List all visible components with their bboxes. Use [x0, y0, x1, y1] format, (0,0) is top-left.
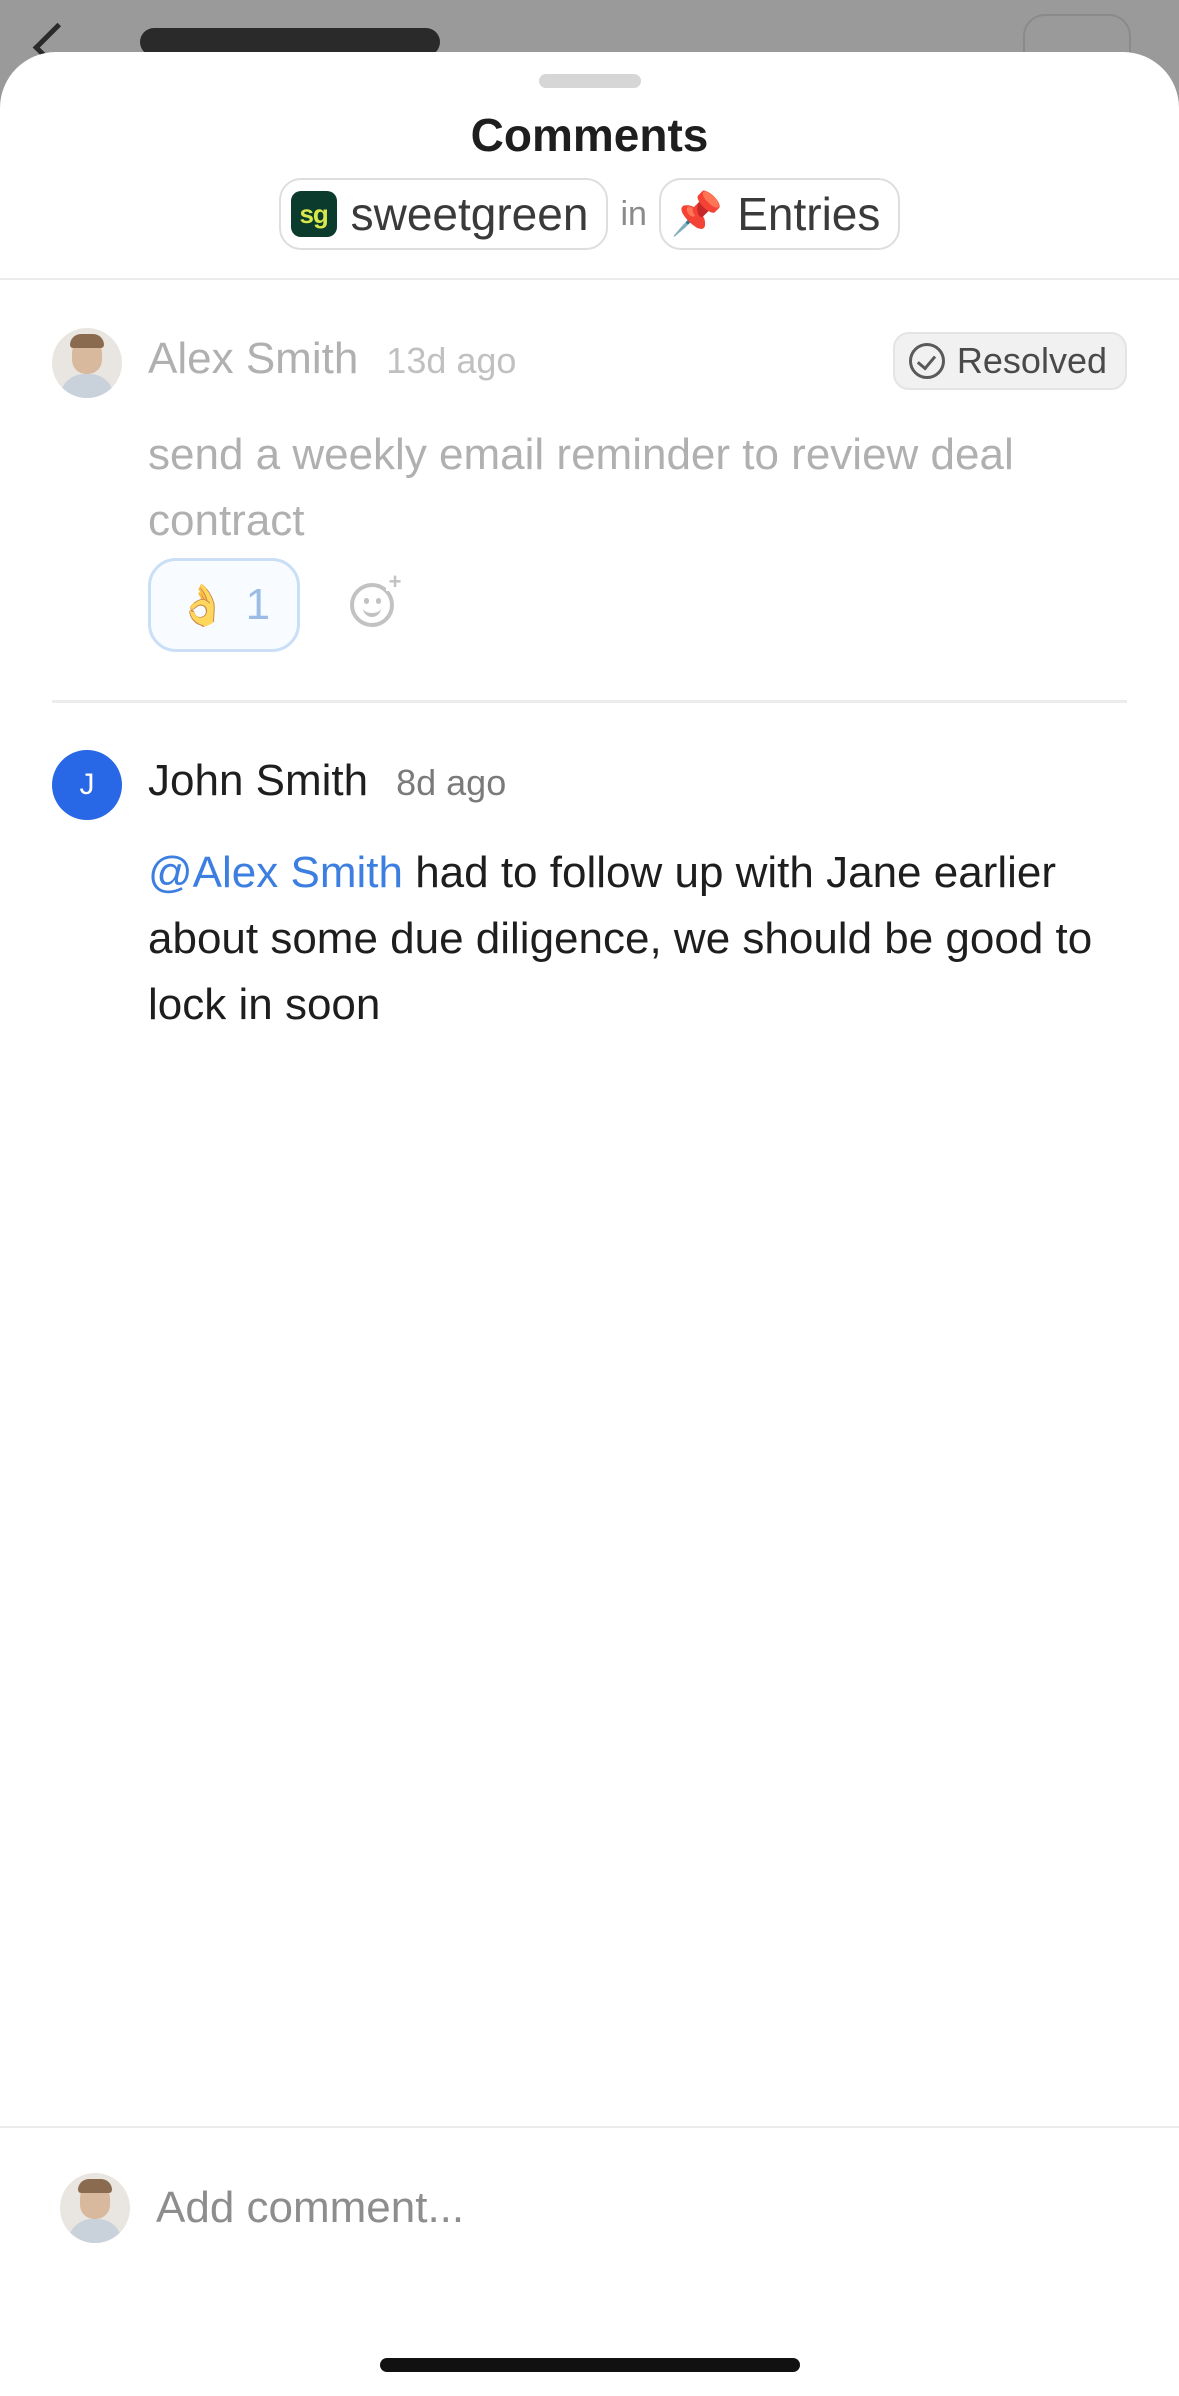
- comment-header: John Smith 8d ago: [148, 756, 506, 806]
- context-connector: in: [620, 194, 647, 233]
- comment-text: @Alex Smith had to follow up with Jane e…: [148, 840, 1138, 1038]
- sheet-title: Comments: [470, 109, 709, 161]
- comment-context: sg sweetgreen in 📌 Entries: [0, 178, 1179, 250]
- company-chip[interactable]: sg sweetgreen: [278, 178, 609, 250]
- reaction-count: 1: [245, 580, 271, 629]
- resolved-badge[interactable]: Resolved: [892, 332, 1127, 390]
- list-chip[interactable]: 📌 Entries: [658, 178, 901, 250]
- avatar: J: [52, 750, 122, 820]
- add-reaction-icon[interactable]: +: [350, 571, 404, 627]
- header-divider: [0, 278, 1179, 280]
- comment-header: Alex Smith 13d ago: [148, 334, 516, 384]
- comment-item[interactable]: Alex Smith 13d ago Resolved send a weekl…: [52, 328, 1127, 658]
- reaction-row: 👌 1 +: [148, 558, 404, 652]
- sheet-grabber[interactable]: [539, 74, 641, 88]
- reaction-pill[interactable]: 👌 1: [148, 558, 300, 652]
- comments-sheet: Comments sg sweetgreen in 📌 Entries Alex…: [0, 52, 1179, 2396]
- list-name: Entries: [737, 188, 881, 240]
- add-comment-input[interactable]: [156, 2183, 1056, 2233]
- comment-text: send a weekly email reminder to review d…: [148, 430, 1014, 545]
- resolved-label: Resolved: [956, 340, 1107, 381]
- comment-divider: [52, 700, 1127, 703]
- current-user-avatar: [60, 2173, 130, 2243]
- home-indicator[interactable]: [380, 2358, 800, 2372]
- comment-author: Alex Smith: [148, 334, 359, 383]
- sweetgreen-logo-icon: sg: [290, 191, 337, 237]
- pin-icon: 📌: [670, 189, 724, 237]
- user-mention[interactable]: @Alex Smith: [148, 848, 403, 897]
- comment-author: John Smith: [148, 756, 369, 805]
- comment-composer: [60, 2172, 1120, 2244]
- ok-hand-emoji: 👌: [177, 583, 228, 628]
- check-circle-icon: [908, 343, 945, 379]
- comment-time: 8d ago: [396, 762, 507, 803]
- avatar: [52, 328, 122, 398]
- comment-time: 13d ago: [386, 340, 517, 381]
- comment-item[interactable]: J John Smith 8d ago @Alex Smith had to f…: [52, 750, 1127, 1029]
- company-name: sweetgreen: [350, 188, 589, 240]
- composer-divider: [0, 2126, 1179, 2128]
